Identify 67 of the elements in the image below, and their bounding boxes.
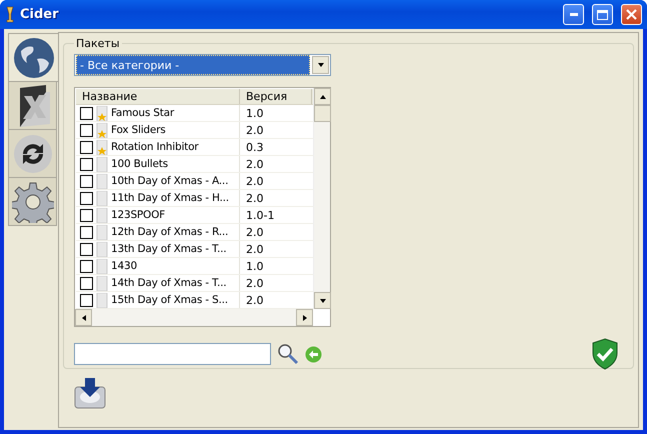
category-dropdown[interactable]: - Все категории - <box>74 54 331 76</box>
scroll-up-icon <box>318 92 326 100</box>
caret-icon <box>316 61 324 69</box>
package-name: 10th Day of Xmas - A... <box>111 175 228 187</box>
search-icon[interactable] <box>277 343 299 365</box>
minimize-button[interactable] <box>563 4 584 25</box>
scroll-right-icon <box>300 314 308 322</box>
scroll-thumb[interactable] <box>314 105 331 122</box>
package-version: 1.0-1 <box>245 208 274 223</box>
package-version: 2.0 <box>245 292 264 308</box>
checkbox[interactable] <box>80 124 93 136</box>
sidebar-tab[interactable] <box>8 33 58 82</box>
package-version: 2.0 <box>245 122 264 138</box>
checkbox[interactable] <box>80 260 93 272</box>
package-name: Famous Star <box>111 107 174 119</box>
scroll-down-icon <box>318 296 326 304</box>
checkbox[interactable] <box>80 106 93 120</box>
install-drive-icon[interactable] <box>74 377 106 409</box>
checkbox[interactable] <box>80 226 93 238</box>
checkbox[interactable] <box>80 174 93 188</box>
package-name: Rotation Inhibitor <box>111 141 198 153</box>
column-header[interactable]: Название <box>76 89 240 104</box>
checkbox[interactable] <box>80 140 93 154</box>
sidebar-tab[interactable] <box>8 129 57 178</box>
maximize-icon <box>597 10 608 20</box>
package-version: 0.3 <box>245 140 264 155</box>
checkbox[interactable] <box>80 208 93 222</box>
package-name: 11th Day of Xmas - H... <box>111 192 229 204</box>
package-version: 2.0 <box>245 224 264 240</box>
package-version: 2.0 <box>245 242 264 257</box>
checkbox[interactable] <box>80 276 93 290</box>
scroll-left-icon <box>80 314 88 322</box>
sidebar-tab[interactable] <box>8 81 57 130</box>
package-name: 1430 <box>111 260 137 272</box>
column-header[interactable]: Версия <box>240 89 312 104</box>
globe-icon <box>12 36 54 78</box>
package-name: 13th Day of Xmas - T... <box>111 243 226 255</box>
window-title: Cider <box>20 7 60 22</box>
close-icon <box>626 9 637 20</box>
refresh-icon <box>12 134 52 174</box>
package-version: 2.0 <box>245 156 264 172</box>
package-name: 100 Bullets <box>111 158 168 170</box>
package-version: 2.0 <box>245 174 264 189</box>
sidebar-tab[interactable] <box>8 177 57 226</box>
package-name: Fox Sliders <box>111 124 166 136</box>
package-version: 1.0 <box>245 258 264 274</box>
checkbox[interactable] <box>80 158 93 170</box>
maximize-button[interactable] <box>592 4 613 25</box>
gear-icon <box>12 180 54 222</box>
search-field[interactable] <box>74 343 271 365</box>
close-button[interactable] <box>621 4 642 25</box>
package-version: 1.0 <box>245 106 264 121</box>
group-title: Пакеты <box>75 37 121 50</box>
vertical-scrollbar[interactable] <box>313 88 330 309</box>
package-version: 2.0 <box>245 190 264 206</box>
package-name: 14th Day of Xmas - T... <box>111 277 226 289</box>
package-name: 123SPOOF <box>111 209 166 221</box>
shield-check-icon[interactable] <box>591 338 619 370</box>
checkbox[interactable] <box>80 192 93 204</box>
goblet-icon <box>6 6 14 23</box>
checkbox[interactable] <box>80 242 93 256</box>
package-name: 15th Day of Xmas - S... <box>111 294 228 306</box>
package-version: 2.0 <box>245 276 264 291</box>
horizontal-scrollbar[interactable] <box>75 309 313 326</box>
package-name: 12th Day of Xmas - R... <box>111 226 228 238</box>
checkbox[interactable] <box>80 294 93 306</box>
minimize-icon <box>570 13 578 16</box>
